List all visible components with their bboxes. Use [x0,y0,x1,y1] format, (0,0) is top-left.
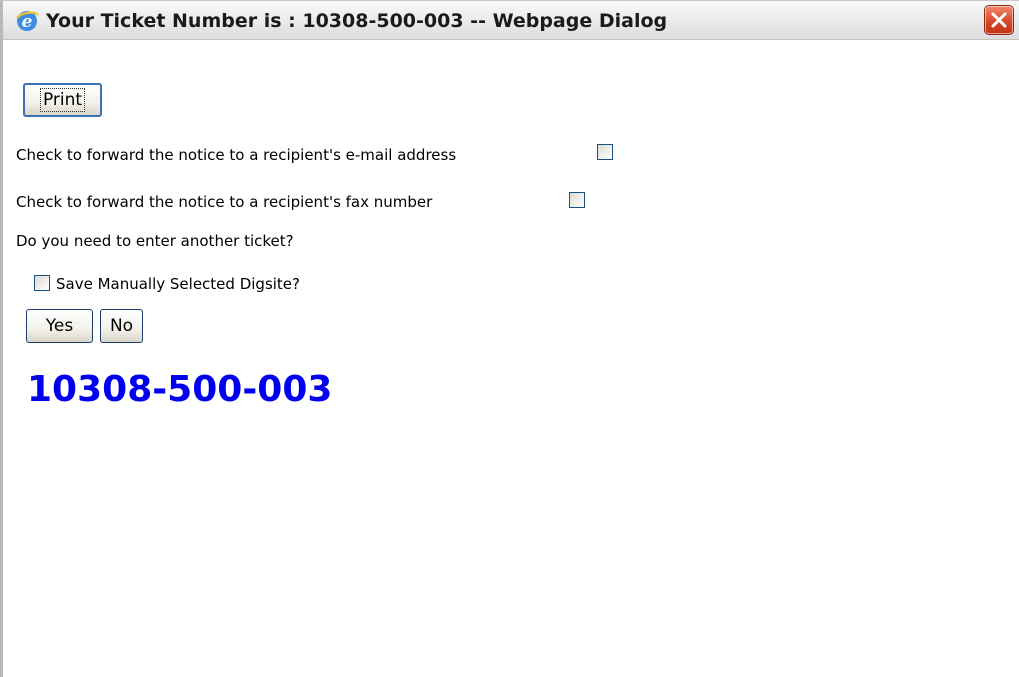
ticket-number: 10308-500-003 [27,369,333,410]
close-icon [991,12,1007,28]
window-title: Your Ticket Number is : 10308-500-003 --… [46,10,668,32]
webpage-dialog-window: e Your Ticket Number is : 10308-500-003 … [0,0,1019,677]
forward-fax-label: Check to forward the notice to a recipie… [16,193,433,211]
forward-email-label: Check to forward the notice to a recipie… [16,146,457,164]
dialog-content: Print Check to forward the notice to a r… [16,40,1019,677]
title-bar[interactable]: e Your Ticket Number is : 10308-500-003 … [3,0,1019,40]
forward-fax-checkbox[interactable] [569,192,585,208]
close-button[interactable] [984,5,1014,35]
no-button[interactable]: No [100,309,143,343]
print-button-label: Print [39,88,86,112]
save-digsite-checkbox[interactable] [34,275,50,291]
forward-email-checkbox[interactable] [597,144,613,160]
another-ticket-prompt: Do you need to enter another ticket? [16,232,294,250]
print-button[interactable]: Print [23,83,102,117]
yes-button[interactable]: Yes [26,309,93,343]
save-digsite-label[interactable]: Save Manually Selected Digsite? [56,275,300,293]
internet-explorer-icon: e [15,9,39,33]
